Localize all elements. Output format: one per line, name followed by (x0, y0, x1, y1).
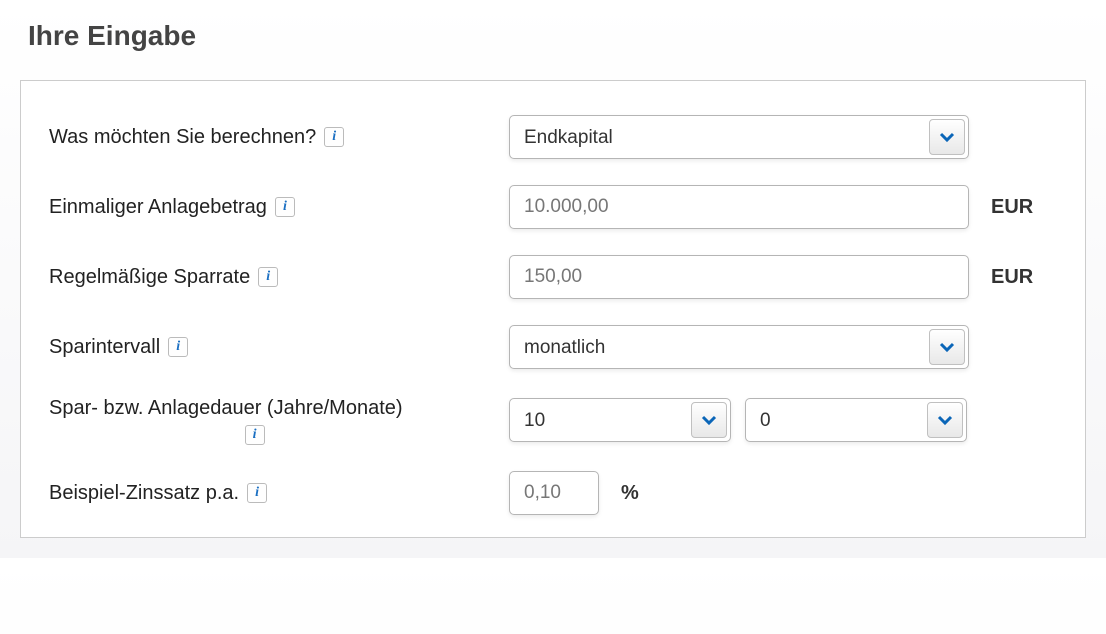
info-icon[interactable]: i (258, 267, 278, 287)
label-text-interest: Beispiel-Zinssatz p.a. (49, 480, 239, 507)
select-calculate[interactable]: Endkapital (509, 115, 969, 159)
label-duration: Spar- bzw. Anlagedauer (Jahre/Monate) i (49, 395, 509, 445)
control-savings-rate: EUR (509, 255, 1033, 299)
control-interval: monatlich (509, 325, 969, 369)
select-months[interactable]: 0 (745, 398, 967, 442)
page-title: Ihre Eingabe (28, 20, 1086, 52)
label-text-interval: Sparintervall (49, 334, 160, 361)
label-interest: Beispiel-Zinssatz p.a. i (49, 480, 509, 507)
row-duration: Spar- bzw. Anlagedauer (Jahre/Monate) i … (49, 395, 1057, 445)
info-icon[interactable]: i (324, 127, 344, 147)
label-interval: Sparintervall i (49, 334, 509, 361)
input-savings-rate[interactable] (509, 255, 969, 299)
input-interest[interactable] (509, 471, 599, 515)
label-text-calculate: Was möchten Sie berechnen? (49, 124, 316, 151)
label-calculate: Was möchten Sie berechnen? i (49, 124, 509, 151)
info-icon[interactable]: i (247, 483, 267, 503)
row-interest: Beispiel-Zinssatz p.a. i % (49, 471, 1057, 515)
input-initial-amount[interactable] (509, 185, 969, 229)
row-calculate: Was möchten Sie berechnen? i Endkapital (49, 115, 1057, 159)
control-calculate: Endkapital (509, 115, 969, 159)
label-text-duration: Spar- bzw. Anlagedauer (Jahre/Monate) (49, 395, 403, 422)
select-interval[interactable]: monatlich (509, 325, 969, 369)
info-icon[interactable]: i (245, 425, 265, 445)
unit-percent: % (621, 482, 639, 505)
label-savings-rate: Regelmäßige Sparrate i (49, 264, 509, 291)
row-interval: Sparintervall i monatlich (49, 325, 1057, 369)
label-text-initial: Einmaliger Anlagebetrag (49, 194, 267, 221)
control-duration: 10 0 (509, 398, 967, 442)
select-years[interactable]: 10 (509, 398, 731, 442)
select-months-wrap: 0 (745, 398, 967, 442)
info-icon[interactable]: i (275, 197, 295, 217)
unit-eur: EUR (991, 266, 1033, 289)
label-text-rate: Regelmäßige Sparrate (49, 264, 250, 291)
form-container: Ihre Eingabe Was möchten Sie berechnen? … (20, 20, 1086, 538)
label-initial-amount: Einmaliger Anlagebetrag i (49, 194, 509, 221)
select-interval-wrap: monatlich (509, 325, 969, 369)
unit-eur: EUR (991, 196, 1033, 219)
row-savings-rate: Regelmäßige Sparrate i EUR (49, 255, 1057, 299)
select-calculate-wrap: Endkapital (509, 115, 969, 159)
info-icon[interactable]: i (168, 337, 188, 357)
input-panel: Was möchten Sie berechnen? i Endkapital … (20, 80, 1086, 538)
row-initial-amount: Einmaliger Anlagebetrag i EUR (49, 185, 1057, 229)
control-interest: % (509, 471, 639, 515)
control-initial-amount: EUR (509, 185, 1033, 229)
select-years-wrap: 10 (509, 398, 731, 442)
